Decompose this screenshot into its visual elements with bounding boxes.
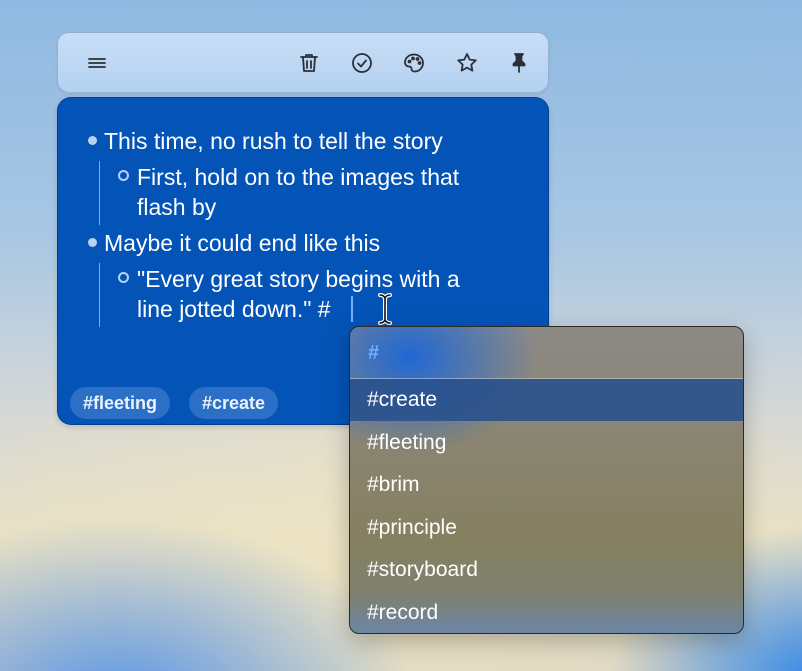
tag-suggestion-popup: # #create #fleeting #brim #principle #st… [349, 326, 744, 634]
pin-button[interactable] [505, 49, 533, 77]
list-item-text[interactable]: This time, no rush to tell the story [104, 126, 443, 156]
pin-icon [512, 53, 526, 73]
tag-option-principle[interactable]: #principle [350, 507, 743, 549]
list-item-text[interactable]: Maybe it could end like this [104, 228, 380, 258]
menu-icon [88, 58, 106, 68]
palette-icon [404, 53, 424, 73]
check-circle-icon [352, 53, 372, 73]
sub-bullet-ring [118, 170, 129, 181]
color-button[interactable] [400, 49, 428, 77]
list-item-text-continued[interactable]: flash by [137, 192, 216, 222]
indent-guide [99, 161, 100, 225]
sub-bullet-ring [118, 272, 129, 283]
trash-icon [300, 54, 318, 72]
tag-search-query[interactable]: # [350, 327, 743, 379]
text-caret [351, 296, 353, 322]
ibeam-cursor-icon [378, 293, 392, 325]
bullet-dot [88, 238, 97, 247]
tag-option-storyboard[interactable]: #storyboard [350, 549, 743, 591]
tag-option-create[interactable]: #create [350, 379, 743, 421]
note-toolbar [57, 32, 549, 93]
menu-button[interactable] [83, 49, 111, 77]
list-item-text-continued[interactable]: line jotted down." # [137, 294, 331, 324]
bullet-dot [88, 136, 97, 145]
delete-button[interactable] [295, 49, 323, 77]
favorite-button[interactable] [453, 49, 481, 77]
list-item-text[interactable]: "Every great story begins with a [137, 264, 460, 294]
indent-guide [99, 263, 100, 327]
star-icon [457, 53, 477, 72]
tag-chip[interactable]: #create [189, 387, 279, 419]
complete-button[interactable] [348, 49, 376, 77]
tag-option-record[interactable]: #record [350, 592, 743, 633]
list-item-text[interactable]: First, hold on to the images that [137, 162, 459, 192]
tag-chip[interactable]: #fleeting [70, 387, 171, 419]
tag-option-brim[interactable]: #brim [350, 464, 743, 506]
tag-option-fleeting[interactable]: #fleeting [350, 422, 743, 464]
